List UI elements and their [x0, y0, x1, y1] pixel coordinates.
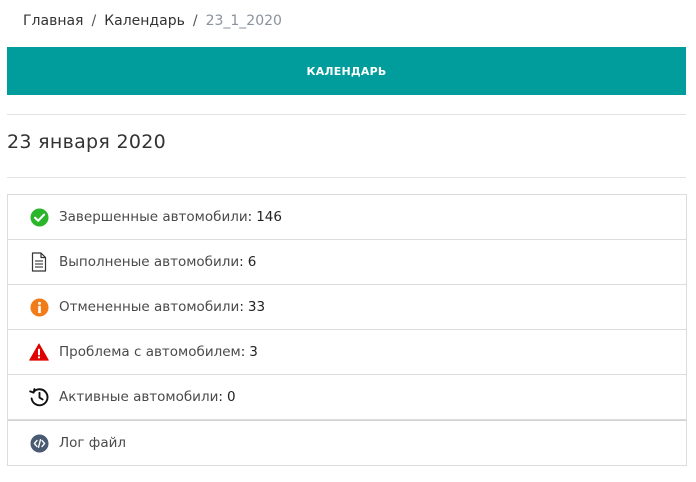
- stat-count: 33: [247, 299, 266, 315]
- stat-item-active: Активные автомобили: 0: [8, 375, 686, 420]
- breadcrumb-current: 23_1_2020: [205, 13, 282, 29]
- check-circle-icon: [28, 206, 50, 228]
- stat-item-cancelled: Отмененные автомобили: 33: [8, 285, 686, 330]
- breadcrumb-separator: /: [192, 13, 198, 29]
- info-circle-icon: [28, 296, 50, 318]
- breadcrumb: Главная / Календарь / 23_1_2020: [23, 11, 282, 31]
- breadcrumb-home-link[interactable]: Главная: [23, 13, 83, 29]
- stat-item-done: Выполненые автомобили: 6: [8, 240, 686, 285]
- log-file-link[interactable]: Лог файл: [8, 420, 686, 465]
- stat-label: Активные автомобили: [59, 389, 219, 405]
- divider: [7, 114, 686, 115]
- warning-triangle-icon: [28, 341, 50, 363]
- stat-label: Проблема с автомобилем: [59, 344, 241, 360]
- log-file-label: Лог файл: [59, 435, 127, 451]
- stat-label: Отмененные автомобили: [59, 299, 240, 315]
- stat-count: 146: [256, 209, 282, 225]
- document-icon: [28, 251, 50, 273]
- page-title: 23 января 2020: [7, 131, 166, 153]
- calendar-button-label: КАЛЕНДАРЬ: [306, 64, 387, 78]
- calendar-button[interactable]: КАЛЕНДАРЬ: [7, 47, 686, 95]
- history-icon: [28, 386, 50, 408]
- breadcrumb-separator: /: [91, 13, 97, 29]
- stats-list: Завершенные автомобили: 146 Выполненые а…: [7, 194, 687, 466]
- stat-label: Выполненые автомобили: [59, 254, 240, 270]
- stat-item-problem: Проблема с автомобилем: 3: [8, 330, 686, 375]
- stat-count: 6: [247, 254, 257, 270]
- breadcrumb-calendar-link[interactable]: Календарь: [104, 13, 185, 29]
- stat-count: 3: [249, 344, 258, 360]
- stat-item-completed: Завершенные автомобили: 146: [8, 195, 686, 240]
- divider: [7, 177, 686, 178]
- stat-count: 0: [226, 389, 236, 405]
- stat-label: Завершенные автомобили: [59, 209, 248, 225]
- code-icon: [28, 432, 50, 454]
